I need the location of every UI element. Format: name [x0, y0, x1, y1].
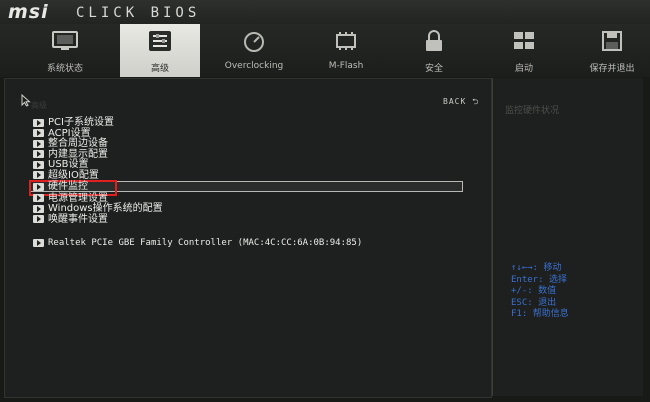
- boot-devices-icon: [507, 29, 541, 53]
- menu-item-label: 整合周边设备: [48, 138, 108, 149]
- save-exit-icon: [595, 29, 629, 53]
- menu-item-windows-os-config[interactable]: Windows操作系统的配置: [33, 203, 163, 214]
- submenu-arrow-icon: [33, 118, 44, 127]
- tab-label: Overclocking: [224, 61, 284, 71]
- key-name: ↑↓←→:: [511, 263, 539, 273]
- section-label: 高级: [31, 101, 47, 110]
- submenu-arrow-icon: [33, 215, 44, 223]
- submenu-arrow-icon: [33, 171, 44, 179]
- key-description: 退出: [538, 297, 557, 308]
- key-help-list: ↑↓←→: 移动 Enter: 选择 +/-: 数值 ESC: 退出 F1: 帮…: [511, 263, 569, 321]
- menu-item-label: USB设置: [48, 159, 89, 170]
- key-description: 数值: [538, 286, 557, 296]
- key-name: ESC:: [511, 297, 533, 308]
- tab-label: 保存并退出: [589, 64, 635, 74]
- tab-label: M-Flash: [328, 61, 364, 71]
- back-button[interactable]: BACK ⮌: [443, 96, 480, 110]
- menu-item-pci-subsystem[interactable]: PCI子系统设置: [33, 117, 114, 128]
- submenu-arrow-icon: [33, 129, 44, 137]
- flash-chip-icon: [329, 29, 363, 53]
- menu-item-integrated-peripherals[interactable]: 整合周边设备: [33, 138, 108, 149]
- tab-system-status[interactable]: 系统状态: [22, 24, 108, 77]
- menu-item-hardware-monitor[interactable]: 硬件监控: [33, 181, 88, 192]
- key-description: 选择: [548, 274, 567, 285]
- submenu-arrow-icon: [33, 238, 44, 247]
- menu-item-label: 硬件监控: [48, 181, 88, 192]
- tab-label: 启动: [514, 64, 533, 74]
- submenu-arrow-icon: [33, 150, 44, 158]
- key-help-row: F1: 帮助信息: [511, 309, 569, 321]
- menu-item-label: 内建显示配置: [48, 148, 108, 160]
- menu-item-wake-events[interactable]: 唤醒事件设置: [33, 214, 108, 225]
- bios-header: msi CLICK BIOS: [0, 0, 650, 25]
- help-side-panel: 监控硬件状况 ↑↓←→: 移动 Enter: 选择 +/-: 数值 ESC: 退…: [492, 78, 643, 396]
- key-name: +/-:: [511, 286, 533, 296]
- main-tab-bar: 系统状态 高级 Overclocking M-Flash 安全 启动 保存并退出: [0, 24, 650, 77]
- lock-icon: [417, 29, 451, 53]
- speedometer-icon: [237, 29, 271, 53]
- menu-item-super-io[interactable]: 超级IO配置: [33, 170, 99, 181]
- advanced-settings-icon: [143, 29, 177, 53]
- tab-boot[interactable]: 启动: [486, 24, 562, 77]
- tab-save-exit[interactable]: 保存并退出: [576, 24, 648, 77]
- product-name: CLICK BIOS: [76, 5, 201, 21]
- help-title: 监控硬件状况: [505, 106, 560, 116]
- key-description: 帮助信息: [532, 309, 569, 319]
- key-help-row: ↑↓←→: 移动: [511, 263, 569, 275]
- menu-item-label: Windows操作系统的配置: [48, 203, 163, 214]
- tab-m-flash[interactable]: M-Flash: [308, 24, 384, 77]
- monitor-icon: [48, 29, 82, 53]
- submenu-arrow-icon: [33, 182, 44, 191]
- tab-label: 安全: [424, 64, 443, 74]
- key-help-row: +/-: 数值: [511, 286, 569, 298]
- tab-label: 系统状态: [46, 64, 83, 74]
- submenu-arrow-icon: [33, 139, 44, 148]
- menu-item-acpi[interactable]: ACPI设置: [33, 128, 91, 139]
- key-name: Enter:: [511, 274, 544, 285]
- menu-item-label: 唤醒事件设置: [48, 213, 108, 225]
- menu-item-label: 电源管理设置: [48, 192, 108, 204]
- menu-item-label: ACPI设置: [48, 127, 91, 139]
- submenu-arrow-icon: [33, 204, 44, 213]
- tab-advanced[interactable]: 高级: [120, 24, 200, 77]
- menu-item-power-management[interactable]: 电源管理设置: [33, 193, 108, 204]
- submenu-arrow-icon: [33, 194, 44, 202]
- key-help-row: Enter: 选择: [511, 275, 569, 287]
- advanced-menu-panel: 高级 BACK ⮌ PCI子系统设置 ACPI设置 整合周边设备 内建显示配置 …: [4, 78, 492, 398]
- tab-overclocking[interactable]: Overclocking: [212, 24, 296, 77]
- menu-item-label: Realtek PCIe GBE Family Controller (MAC:…: [48, 237, 363, 248]
- menu-item-integrated-graphics[interactable]: 内建显示配置: [33, 149, 108, 160]
- menu-item-label: PCI子系统设置: [48, 117, 114, 128]
- key-description: 移动: [543, 263, 562, 273]
- menu-item-usb[interactable]: USB设置: [33, 159, 89, 170]
- submenu-arrow-icon: [33, 160, 44, 169]
- mouse-cursor-icon: [21, 92, 31, 111]
- menu-item-label: 超级IO配置: [48, 169, 99, 181]
- tab-security[interactable]: 安全: [396, 24, 472, 77]
- menu-item-realtek-nic[interactable]: Realtek PCIe GBE Family Controller (MAC:…: [33, 237, 362, 248]
- tab-label: 高级: [150, 64, 169, 74]
- key-help-row: ESC: 退出: [511, 298, 569, 310]
- msi-logo: msi: [8, 1, 49, 23]
- key-name: F1:: [511, 309, 528, 319]
